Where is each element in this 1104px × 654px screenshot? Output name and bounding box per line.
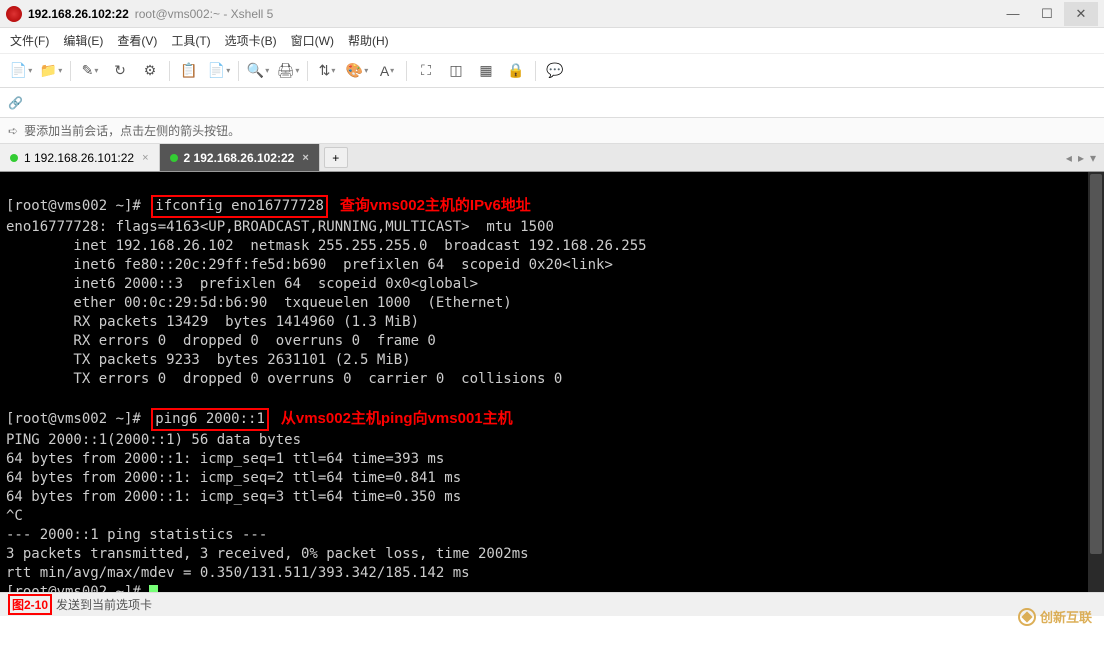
menu-window[interactable]: 窗口(W) bbox=[291, 32, 334, 49]
window-title-address: 192.168.26.102:22 bbox=[28, 7, 129, 21]
tab-session-2[interactable]: 2 192.168.26.102:22 × bbox=[160, 144, 320, 171]
annotation-text: 从vms002主机ping向vms001主机 bbox=[281, 410, 513, 427]
terminal-line: PING 2000::1(2000::1) 56 data bytes bbox=[6, 432, 301, 448]
terminal-line: TX packets 9233 bytes 2631101 (2.5 MiB) bbox=[6, 352, 411, 368]
terminal-line: 64 bytes from 2000::1: icmp_seq=1 ttl=64… bbox=[6, 451, 444, 467]
tab-menu-icon[interactable]: ▾ bbox=[1090, 151, 1096, 165]
toolbar-separator bbox=[307, 61, 308, 81]
menu-tabs[interactable]: 选项卡(B) bbox=[225, 32, 277, 49]
app-icon bbox=[6, 6, 22, 22]
arrow-icon[interactable]: ➪ bbox=[8, 124, 18, 138]
terminal-line: ^C bbox=[6, 508, 23, 524]
menu-view[interactable]: 查看(V) bbox=[117, 32, 157, 49]
terminal-line: TX errors 0 dropped 0 overruns 0 carrier… bbox=[6, 371, 562, 387]
shell-prompt: [root@vms002 ~]# bbox=[6, 584, 141, 592]
terminal-line: 64 bytes from 2000::1: icmp_seq=2 ttl=64… bbox=[6, 470, 461, 486]
tab-close-icon[interactable]: × bbox=[302, 152, 308, 164]
terminal-line: inet6 fe80::20c:29ff:fe5d:b690 prefixlen… bbox=[6, 257, 613, 273]
maximize-button[interactable]: ☐ bbox=[1030, 2, 1064, 26]
status-text: 发送到当前选项卡 bbox=[56, 596, 152, 613]
highlighted-command: ifconfig eno16777728 bbox=[151, 195, 328, 218]
terminal-line: RX errors 0 dropped 0 overruns 0 frame 0 bbox=[6, 333, 436, 349]
terminal-line: inet 192.168.26.102 netmask 255.255.255.… bbox=[6, 238, 647, 254]
link-icon: 🔗 bbox=[8, 96, 23, 110]
status-bar: 图2-10 发送到当前选项卡 bbox=[0, 592, 1104, 616]
toolbar-separator bbox=[406, 61, 407, 81]
tab-label: 2 192.168.26.102:22 bbox=[184, 151, 295, 165]
tab-close-icon[interactable]: × bbox=[142, 152, 148, 164]
tab-next-icon[interactable]: ▸ bbox=[1078, 151, 1084, 165]
terminal-line: 3 packets transmitted, 3 received, 0% pa… bbox=[6, 546, 529, 562]
properties-button[interactable]: ⚙ bbox=[137, 58, 163, 84]
new-session-button[interactable]: 📄 bbox=[8, 58, 34, 84]
edit-button[interactable]: ✎ bbox=[77, 58, 103, 84]
watermark-text: 创新互联 bbox=[1040, 607, 1092, 626]
transfer-button[interactable]: ⇅ bbox=[314, 58, 340, 84]
hint-text: 要添加当前会话，点击左侧的箭头按钮。 bbox=[24, 122, 240, 139]
figure-label: 图2-10 bbox=[8, 594, 52, 615]
status-dot-icon bbox=[170, 154, 178, 162]
terminal-line: RX packets 13429 bytes 1414960 (1.3 MiB) bbox=[6, 314, 419, 330]
window-controls: — ☐ ✕ bbox=[996, 2, 1098, 26]
tab-session-1[interactable]: 1 192.168.26.101:22 × bbox=[0, 144, 160, 171]
watermark: 创新互联 bbox=[1018, 607, 1092, 626]
menu-edit[interactable]: 编辑(E) bbox=[63, 32, 103, 49]
copy-button[interactable]: 📋 bbox=[176, 58, 202, 84]
terminal-line: 64 bytes from 2000::1: icmp_seq=3 ttl=64… bbox=[6, 489, 461, 505]
color-button[interactable]: 🎨 bbox=[344, 58, 370, 84]
terminal-line: ether 00:0c:29:5d:b6:90 txqueuelen 1000 … bbox=[6, 295, 512, 311]
menu-bar: 文件(F) 编辑(E) 查看(V) 工具(T) 选项卡(B) 窗口(W) 帮助(… bbox=[0, 28, 1104, 54]
fullscreen-button[interactable]: ⛶ bbox=[413, 58, 439, 84]
terminal-line: --- 2000::1 ping statistics --- bbox=[6, 527, 267, 543]
font-button[interactable]: A bbox=[374, 58, 400, 84]
lock-button[interactable]: 🔒 bbox=[503, 58, 529, 84]
menu-tools[interactable]: 工具(T) bbox=[171, 32, 210, 49]
minimize-button[interactable]: — bbox=[996, 2, 1030, 26]
cursor-icon bbox=[149, 585, 158, 593]
window-title-session: root@vms002:~ - Xshell 5 bbox=[135, 7, 274, 21]
close-button[interactable]: ✕ bbox=[1064, 2, 1098, 26]
annotation-text: 查询vms002主机的IPv6地址 bbox=[340, 197, 531, 214]
open-button[interactable]: 📁 bbox=[38, 58, 64, 84]
status-dot-icon bbox=[10, 154, 18, 162]
terminal-output[interactable]: [root@vms002 ~]# ifconfig eno16777728 查询v… bbox=[0, 172, 1104, 592]
transparent-button[interactable]: ◫ bbox=[443, 58, 469, 84]
menu-file[interactable]: 文件(F) bbox=[10, 32, 49, 49]
scrollbar-thumb[interactable] bbox=[1090, 174, 1102, 554]
title-bar: 192.168.26.102:22 root@vms002:~ - Xshell… bbox=[0, 0, 1104, 28]
toolbar-separator bbox=[169, 61, 170, 81]
tab-prev-icon[interactable]: ◂ bbox=[1066, 151, 1072, 165]
tab-nav: ◂ ▸ ▾ bbox=[1058, 144, 1104, 171]
highlighted-command: ping6 2000::1 bbox=[151, 408, 269, 431]
shell-prompt: [root@vms002 ~]# bbox=[6, 411, 141, 427]
tab-strip: 1 192.168.26.101:22 × 2 192.168.26.102:2… bbox=[0, 144, 1104, 172]
paste-button[interactable]: 📄 bbox=[206, 58, 232, 84]
menu-help[interactable]: 帮助(H) bbox=[348, 32, 389, 49]
shell-prompt: [root@vms002 ~]# bbox=[6, 198, 141, 214]
print-button[interactable]: 🖨 bbox=[275, 58, 301, 84]
toolbar-separator bbox=[70, 61, 71, 81]
comment-button[interactable]: 💬 bbox=[542, 58, 568, 84]
hint-bar: ➪ 要添加当前会话，点击左侧的箭头按钮。 bbox=[0, 118, 1104, 144]
terminal-line: eno16777728: flags=4163<UP,BROADCAST,RUN… bbox=[6, 219, 554, 235]
find-button[interactable]: 🔍 bbox=[245, 58, 271, 84]
tab-add-button[interactable]: + bbox=[324, 147, 348, 168]
watermark-logo-icon bbox=[1018, 608, 1036, 626]
tab-label: 1 192.168.26.101:22 bbox=[24, 151, 134, 165]
address-bar[interactable]: 🔗 bbox=[0, 88, 1104, 118]
reconnect-button[interactable]: ↻ bbox=[107, 58, 133, 84]
terminal-line: inet6 2000::3 prefixlen 64 scopeid 0x0<g… bbox=[6, 276, 478, 292]
terminal-line: rtt min/avg/max/mdev = 0.350/131.511/393… bbox=[6, 565, 470, 581]
toolbar: 📄 📁 ✎ ↻ ⚙ 📋 📄 🔍 🖨 ⇅ 🎨 A ⛶ ◫ ▦ 🔒 💬 bbox=[0, 54, 1104, 88]
toolbar-separator bbox=[238, 61, 239, 81]
scrollbar[interactable] bbox=[1088, 172, 1104, 592]
toolbar-separator bbox=[535, 61, 536, 81]
tile-button[interactable]: ▦ bbox=[473, 58, 499, 84]
